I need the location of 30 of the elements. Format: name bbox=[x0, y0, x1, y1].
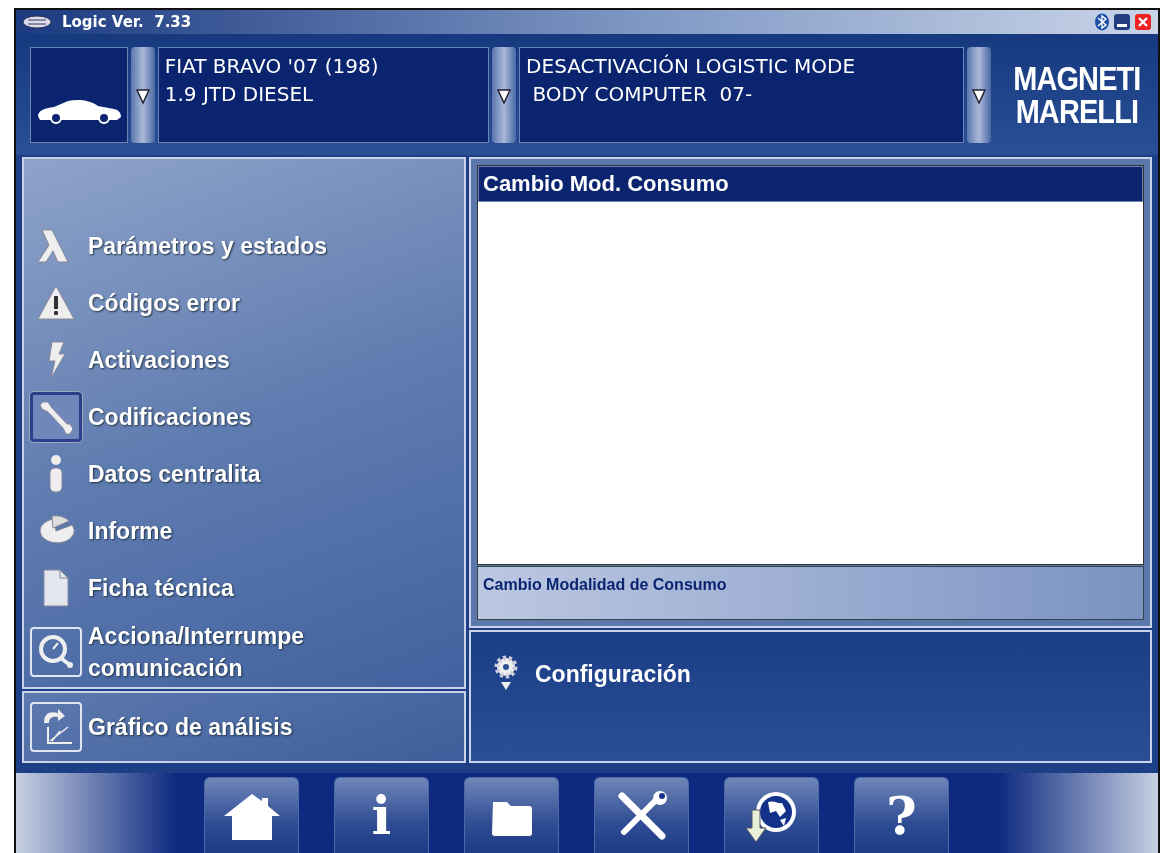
dropdown-button[interactable] bbox=[967, 46, 992, 143]
brand-logo: MAGNETI MARELLI bbox=[1013, 62, 1141, 127]
menu-item[interactable]: Ficha técnica bbox=[30, 563, 464, 613]
window-title: Logic Ver. 7.33 bbox=[62, 13, 192, 31]
minimize-icon[interactable] bbox=[1113, 13, 1131, 31]
menu-item[interactable]: Informe bbox=[30, 506, 464, 556]
menu-item[interactable]: Codificaciones bbox=[30, 392, 464, 442]
system-field[interactable]: DESACTIVACIÓN LOGISTIC MODE BODY COMPUTER 07- bbox=[519, 46, 965, 143]
bluetooth-icon bbox=[1094, 13, 1110, 31]
menu-item[interactable]: Parámetros y estados bbox=[30, 221, 464, 271]
dropdown-button[interactable] bbox=[130, 46, 155, 143]
description-text: Cambio Modalidad de Consumo bbox=[477, 566, 1144, 620]
close-icon[interactable] bbox=[1134, 13, 1152, 31]
info-button[interactable]: i bbox=[334, 777, 429, 853]
help-button[interactable]: ? bbox=[854, 777, 949, 853]
list-item[interactable]: Cambio Mod. Consumo bbox=[478, 166, 1143, 202]
menu-item[interactable]: Datos centralita bbox=[30, 449, 464, 499]
menu-item[interactable]: Activaciones bbox=[30, 335, 464, 385]
warning-icon bbox=[36, 283, 76, 323]
app-logo-icon bbox=[22, 15, 52, 29]
info-symbol: i bbox=[371, 789, 392, 842]
tools-button[interactable] bbox=[594, 777, 689, 853]
home-button[interactable] bbox=[204, 777, 299, 853]
menu-item[interactable]: Códigos error bbox=[30, 278, 464, 328]
menu-item[interactable]: Acciona/Interrumpe comunicación bbox=[30, 620, 464, 685]
globe-button[interactable] bbox=[724, 777, 819, 853]
dropdown-button[interactable] bbox=[492, 46, 517, 143]
help-symbol: ? bbox=[886, 789, 917, 842]
vehicle-field[interactable]: FIAT BRAVO '07 (198) 1.9 JTD DIESEL bbox=[157, 46, 490, 143]
folder-button[interactable] bbox=[464, 777, 559, 853]
